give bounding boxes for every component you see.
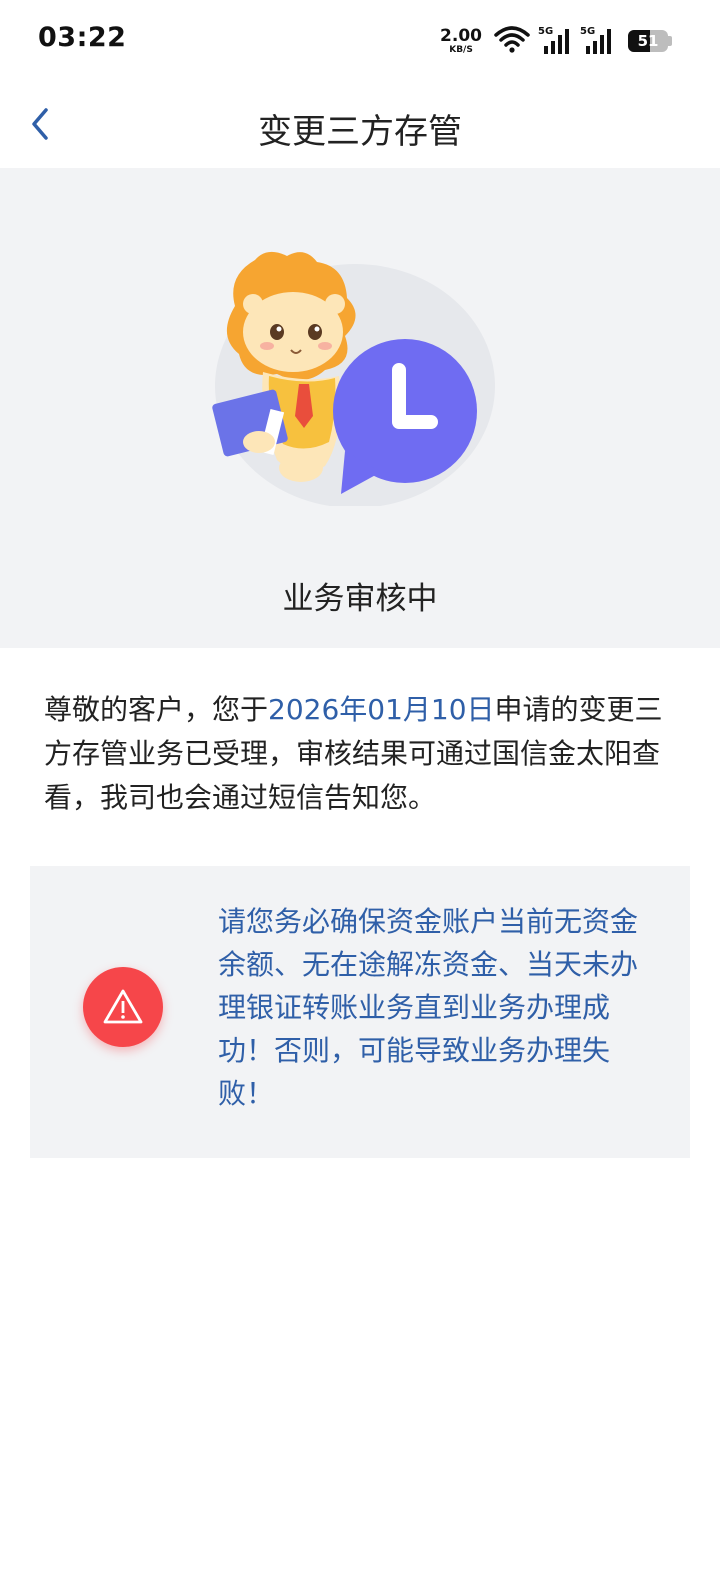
network-speed-value: 2.00 bbox=[440, 25, 482, 46]
status-icons: 2.00 KB/S 5G 5G 51 bbox=[440, 24, 672, 58]
signal-sim1-tag: 5G bbox=[538, 26, 554, 37]
header-bar: 变更三方存管 bbox=[0, 80, 720, 168]
wifi-icon bbox=[494, 25, 530, 57]
battery-cap bbox=[668, 36, 672, 46]
application-message: 尊敬的客户，您于2026年01月10日申请的变更三方存管业务已受理，审核结果可通… bbox=[44, 688, 680, 820]
warning-text: 请您务必确保资金账户当前无资金余额、无在途解冻资金、当天未办理银证转账业务直到业… bbox=[218, 905, 639, 1110]
warning-box: 请您务必确保资金账户当前无资金余额、无在途解冻资金、当天未办理银证转账业务直到业… bbox=[30, 866, 690, 1158]
battery-icon: 51 bbox=[628, 30, 668, 52]
warning-icon bbox=[103, 989, 143, 1024]
status-bar: 03:22 2.00 KB/S 5G 5G 51 bbox=[0, 0, 720, 80]
status-text: 业务审核中 bbox=[282, 581, 438, 617]
network-speed-unit: KB/S bbox=[449, 44, 473, 55]
application-date: 2026年01月10日 bbox=[268, 693, 495, 726]
page-title: 变更三方存管 bbox=[258, 112, 462, 152]
signal-sim2-icon: 5G bbox=[580, 26, 614, 56]
signal-sim1-icon: 5G bbox=[538, 26, 572, 56]
message-prefix: 尊敬的客户，您于 bbox=[44, 693, 269, 726]
status-panel: 业务审核中 bbox=[0, 168, 720, 648]
battery-percent: 51 bbox=[637, 32, 659, 50]
network-speed: 2.00 KB/S bbox=[440, 25, 482, 55]
signal-sim2-tag: 5G bbox=[580, 26, 596, 37]
warning-badge bbox=[83, 967, 163, 1047]
review-illustration bbox=[205, 246, 505, 508]
status-time: 03:22 bbox=[38, 22, 127, 53]
